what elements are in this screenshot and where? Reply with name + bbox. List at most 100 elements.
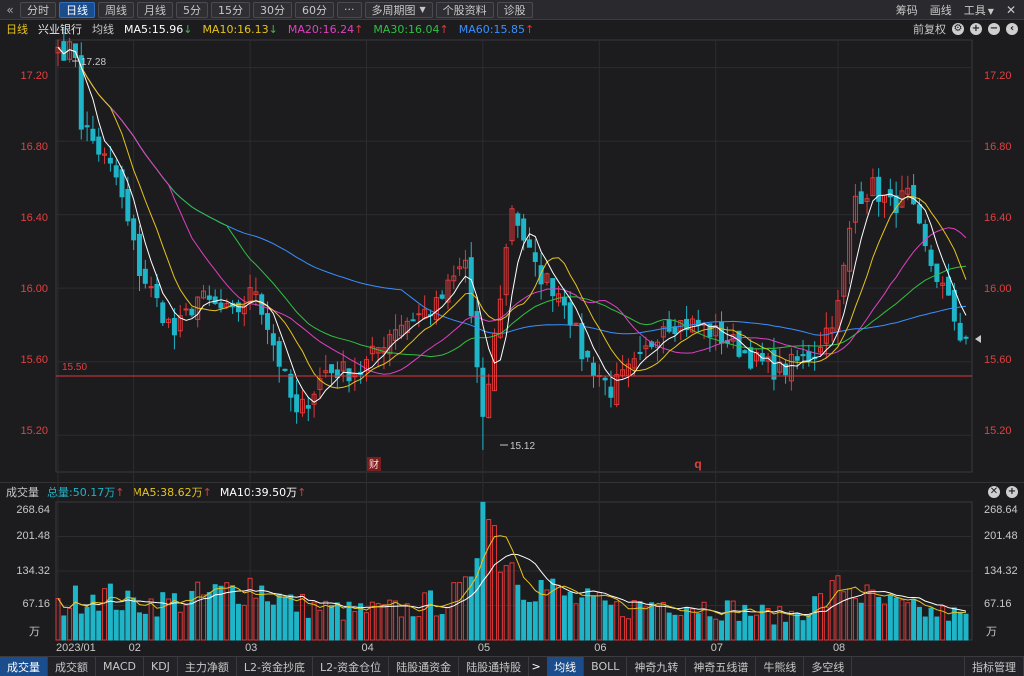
tab-turnover[interactable]: 成交额 bbox=[48, 657, 96, 676]
volume-bar bbox=[154, 616, 160, 641]
date-tick: 02 bbox=[129, 642, 141, 654]
tab-l2-position[interactable]: L2-资金仓位 bbox=[313, 657, 390, 676]
volume-bar bbox=[660, 601, 666, 641]
volume-axis-right: 268.64 201.48 134.32 67.16 万 bbox=[984, 504, 1018, 638]
volume-bar bbox=[160, 592, 166, 641]
volume-bar bbox=[876, 596, 882, 641]
volume-bar bbox=[905, 602, 911, 641]
candle-body bbox=[911, 185, 917, 205]
candle-body bbox=[154, 284, 160, 299]
volume-bar bbox=[631, 600, 637, 641]
volume-bar bbox=[503, 565, 509, 641]
volume-unit: 万 bbox=[986, 626, 997, 638]
date-tick: 03 bbox=[245, 642, 257, 654]
candle-body bbox=[410, 319, 416, 322]
volume-bar bbox=[759, 604, 765, 641]
volume-bar bbox=[381, 604, 387, 641]
candle-body bbox=[189, 308, 195, 316]
high-price-label: 17.28 bbox=[81, 57, 106, 68]
chevron-right-icon[interactable]: > bbox=[529, 660, 543, 673]
volume-bar bbox=[887, 594, 893, 641]
tab-volume[interactable]: 成交量 bbox=[0, 657, 48, 676]
volume-bar bbox=[410, 616, 416, 641]
volume-bar bbox=[526, 601, 532, 641]
candle-body bbox=[61, 41, 67, 61]
volume-bar bbox=[497, 571, 503, 641]
volume-bar bbox=[317, 609, 323, 641]
volume-bar bbox=[183, 604, 189, 641]
volume-bar bbox=[625, 618, 631, 641]
candle-body bbox=[125, 189, 131, 222]
volume-bar bbox=[107, 583, 113, 641]
tab-long-short[interactable]: 多空线 bbox=[804, 657, 853, 676]
volume-tick: 67.16 bbox=[984, 598, 1012, 610]
tab-northbound-funds[interactable]: 陆股通资金 bbox=[389, 657, 460, 676]
candle-body bbox=[550, 278, 556, 297]
price-tick: 15.60 bbox=[984, 354, 1012, 366]
candle-body bbox=[590, 362, 596, 376]
candle-body bbox=[96, 136, 102, 155]
candle-body bbox=[270, 333, 276, 346]
candle-body bbox=[136, 233, 142, 276]
volume-bar bbox=[882, 603, 888, 641]
volume-bar bbox=[748, 615, 754, 641]
candle-body bbox=[922, 224, 928, 247]
candle-body bbox=[637, 351, 643, 354]
volume-bar bbox=[294, 611, 300, 641]
volume-bar bbox=[398, 616, 404, 641]
price-tick: 16.40 bbox=[20, 212, 48, 224]
event-q-marker[interactable]: q bbox=[694, 457, 701, 471]
tab-macd[interactable]: MACD bbox=[96, 657, 144, 676]
date-tick: 07 bbox=[711, 642, 723, 654]
volume-tick: 134.32 bbox=[16, 565, 50, 577]
volume-bar bbox=[847, 588, 853, 641]
tab-northbound-holdings[interactable]: 陆股通持股 bbox=[459, 657, 530, 676]
volume-tick: 67.16 bbox=[22, 598, 50, 610]
volume-bar bbox=[608, 604, 614, 641]
volume-bar bbox=[957, 611, 963, 641]
volume-bar bbox=[131, 597, 137, 641]
volume-bar bbox=[655, 606, 661, 641]
volume-bar bbox=[812, 596, 818, 641]
volume-bar bbox=[265, 601, 271, 641]
candle-body bbox=[928, 249, 934, 266]
volume-bar bbox=[457, 582, 463, 641]
candle-body bbox=[608, 386, 614, 398]
candle-body bbox=[276, 341, 282, 367]
price-tick: 15.20 bbox=[20, 425, 48, 437]
indicator-manage-button[interactable]: 指标管理 bbox=[964, 657, 1024, 676]
tab-boll[interactable]: BOLL bbox=[584, 657, 628, 676]
tab-bull-bear[interactable]: 牛熊线 bbox=[756, 657, 805, 676]
volume-bar bbox=[736, 620, 742, 641]
volume-bar bbox=[521, 599, 527, 641]
tab-main-net[interactable]: 主力净额 bbox=[178, 657, 237, 676]
volume-bar bbox=[823, 606, 829, 641]
tab-ma-overlay[interactable]: 均线 bbox=[547, 657, 585, 676]
candle-body bbox=[84, 125, 90, 128]
volume-bar bbox=[771, 624, 777, 641]
tab-kdj[interactable]: KDJ bbox=[144, 657, 178, 676]
tab-magic-five[interactable]: 神奇五线谱 bbox=[686, 657, 757, 676]
volume-bar bbox=[323, 600, 329, 641]
date-tick: 05 bbox=[478, 642, 490, 654]
candle-body bbox=[346, 368, 352, 382]
volume-bar bbox=[230, 585, 236, 641]
candle-body bbox=[439, 294, 445, 299]
volume-bar bbox=[119, 610, 125, 641]
candle-body bbox=[160, 302, 166, 324]
volume-bar bbox=[346, 601, 352, 641]
candle-body bbox=[602, 377, 608, 381]
tab-magic-nine[interactable]: 神奇九转 bbox=[627, 657, 687, 676]
date-tick: 08 bbox=[833, 642, 845, 654]
candle-body bbox=[107, 157, 113, 164]
volume-bar bbox=[428, 590, 434, 641]
low-price-label: 15.12 bbox=[510, 441, 535, 452]
tab-l2-bottom[interactable]: L2-资金抄底 bbox=[237, 657, 314, 676]
kline-chart[interactable]: 17.20 16.80 16.40 16.00 15.60 15.20 17.2… bbox=[0, 0, 1024, 656]
volume-bar bbox=[538, 579, 544, 641]
volume-bar bbox=[352, 610, 358, 641]
volume-bar bbox=[72, 585, 78, 641]
candle-body bbox=[474, 311, 480, 368]
candle-body bbox=[119, 169, 125, 198]
volume-bar bbox=[666, 612, 672, 641]
